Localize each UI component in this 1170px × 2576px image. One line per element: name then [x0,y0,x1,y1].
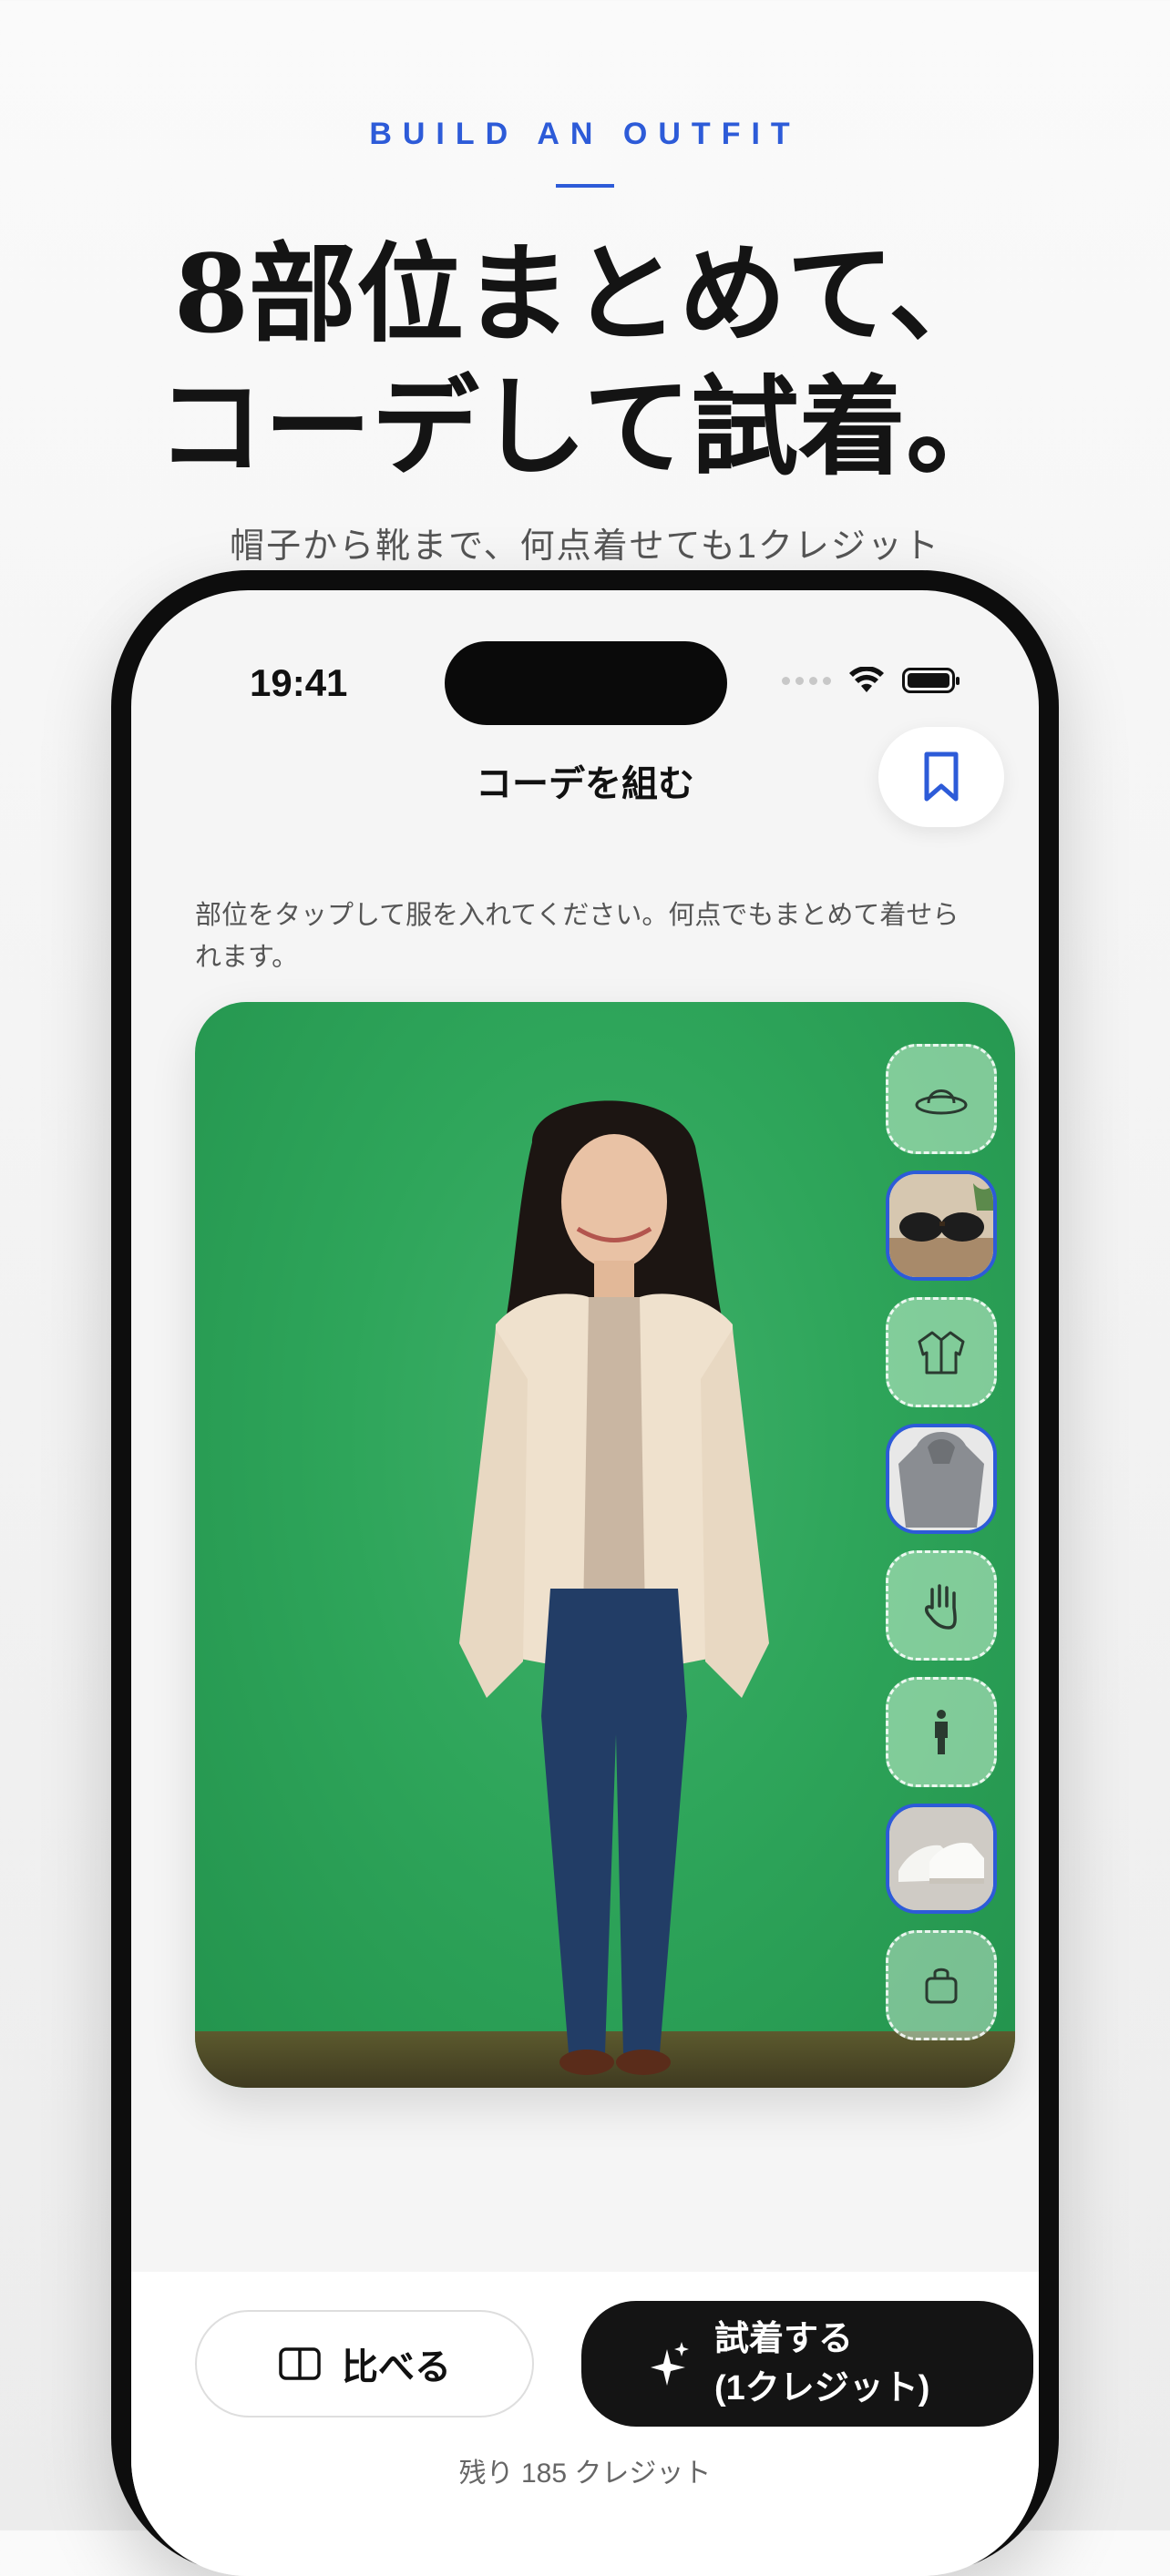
sparkle-icon [651,2342,689,2386]
eyebrow-divider [556,184,614,188]
slot-shoes[interactable] [886,1804,997,1914]
credits-remaining: 残り 185 クレジット [458,2458,712,2489]
bag-icon [925,1968,958,2003]
status-time: 19:41 [250,661,348,704]
try-on-label: 試着する (1クレジット) [714,2320,930,2407]
compare-button[interactable]: 比べる [195,2310,534,2418]
hand-icon [925,1583,957,1630]
headline-line-2: コーデして試着。 [156,363,1014,490]
compare-label: 比べる [342,2347,451,2387]
signal-icon [782,676,831,685]
slot-hat[interactable] [886,1044,997,1154]
slot-bottom[interactable] [886,1677,997,1787]
model-preview [195,1002,1015,2088]
phone-frame: 19:41 コーデを組む 部位をタップして服を入れてください。何点でもまとめて着… [111,570,1059,2576]
subcopy: 帽子から靴まで、何点着せても1クレジット [230,527,940,566]
eyebrow-text: BUILD AN OUTFIT [369,117,801,151]
headline-line-1: 8部位まとめて、 [173,230,997,357]
slot-outerwear[interactable] [886,1297,997,1407]
hoodie-photo [889,1427,993,1530]
wifi-icon [849,667,884,692]
slot-bag[interactable] [886,1930,997,2040]
try-on-button[interactable]: 試着する (1クレジット) [581,2301,1033,2427]
split-view-icon [279,2347,321,2380]
hat-icon [915,1089,968,1114]
outfit-slot-list [886,1044,997,2040]
slot-top[interactable] [886,1424,997,1534]
slot-accessory[interactable] [886,1550,997,1661]
model-figure [459,1100,769,2075]
jacket-icon [918,1331,965,1374]
headline: 8部位まとめて、 コーデして試着。 [0,228,1170,494]
slot-eyewear[interactable] [886,1170,997,1281]
sneakers-photo [889,1807,993,1910]
instruction-text: 部位をタップして服を入れてください。何点でもまとめて着せられます。 [195,901,960,972]
phone-screen: 19:41 コーデを組む 部位をタップして服を入れてください。何点でもまとめて着… [131,590,1039,2576]
bookmark-button[interactable] [878,727,1004,827]
bookmark-icon [924,751,959,802]
sunglasses-photo [889,1174,993,1277]
dynamic-island [445,641,727,725]
battery-icon [902,668,960,693]
status-icons [782,667,960,694]
person-icon [935,1709,948,1754]
